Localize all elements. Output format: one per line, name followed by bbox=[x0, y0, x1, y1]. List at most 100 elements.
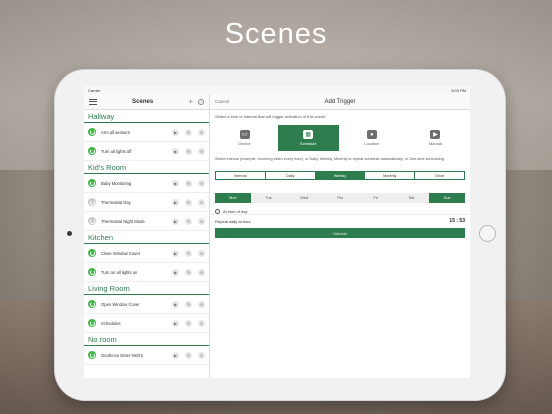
day-sun[interactable]: Sun bbox=[429, 193, 466, 203]
day-wed[interactable]: Wed bbox=[286, 193, 322, 203]
play-icon[interactable]: ▶ bbox=[172, 319, 179, 327]
scene-row[interactable]: Baby Monitoring ▶ ✎ ✕ bbox=[84, 174, 209, 193]
power-toggle-icon[interactable] bbox=[88, 300, 96, 308]
play-icon[interactable]: ▶ bbox=[172, 217, 179, 225]
power-toggle-icon[interactable] bbox=[88, 198, 96, 206]
edit-icon[interactable]: ✎ bbox=[185, 249, 192, 257]
play-icon[interactable]: ▶ bbox=[172, 147, 179, 155]
status-bar: Carrier 3:03 PM 100% bbox=[84, 86, 470, 378]
add-icon[interactable]: + bbox=[188, 97, 193, 106]
scene-name: Turn on all lights on bbox=[101, 269, 138, 275]
repeat-row: Repeat daily at hour 15 : 53 bbox=[210, 215, 470, 227]
delete-icon[interactable]: ✕ bbox=[198, 179, 205, 187]
day-sat[interactable]: Sat bbox=[394, 193, 430, 203]
validate-button[interactable]: Validate bbox=[215, 228, 465, 238]
day-tue[interactable]: Tue bbox=[251, 193, 287, 203]
delete-icon[interactable]: ✕ bbox=[198, 351, 205, 359]
trigger-title: Add Trigger bbox=[324, 98, 356, 105]
day-thu[interactable]: Thu bbox=[322, 193, 358, 203]
tab-label: Device bbox=[238, 141, 251, 146]
tab-label: Location bbox=[364, 141, 380, 146]
delete-icon[interactable]: ✕ bbox=[198, 249, 205, 257]
play-icon[interactable]: ▶ bbox=[172, 249, 179, 257]
home-button[interactable] bbox=[479, 225, 496, 242]
scene-row[interactable]: Open Window Cover ▶ ✎ ✕ bbox=[84, 295, 209, 314]
tab-schedule[interactable]: ▦ Schedule bbox=[277, 125, 339, 151]
scene-row[interactable]: Thermostat Day ▶ ✎ ✕ bbox=[84, 193, 209, 212]
delete-icon[interactable]: ✕ bbox=[198, 128, 205, 136]
play-icon[interactable]: ▶ bbox=[172, 351, 179, 359]
power-toggle-icon[interactable] bbox=[88, 319, 96, 327]
tab-label: Manual bbox=[428, 141, 443, 146]
scene-row[interactable]: Close Window Cover ▶ ✎ ✕ bbox=[84, 244, 209, 263]
edit-icon[interactable]: ✎ bbox=[185, 351, 192, 359]
edit-icon[interactable]: ✎ bbox=[185, 128, 192, 136]
scene-name: Turn all lights off bbox=[101, 148, 132, 154]
delete-icon[interactable]: ✕ bbox=[198, 217, 205, 225]
info-icon[interactable]: i bbox=[198, 98, 204, 105]
room-section-header: Hallway bbox=[84, 110, 209, 123]
delete-icon[interactable]: ✕ bbox=[198, 300, 205, 308]
tab-device[interactable]: ▭ Device bbox=[214, 125, 275, 151]
scene-row[interactable]: Turn all lights off ▶ ✎ ✕ bbox=[84, 142, 209, 161]
power-toggle-icon[interactable] bbox=[88, 179, 96, 187]
room-section-header: Kid's Room bbox=[84, 161, 209, 174]
play-icon[interactable]: ▶ bbox=[172, 268, 179, 276]
repeat-time-value[interactable]: 15 : 53 bbox=[449, 218, 465, 224]
edit-icon[interactable]: ✎ bbox=[185, 217, 192, 225]
delete-icon[interactable]: ✕ bbox=[198, 198, 205, 206]
play-icon[interactable]: ▶ bbox=[172, 128, 179, 136]
scene-row[interactable]: Turn on all lights on ▶ ✎ ✕ bbox=[84, 263, 209, 282]
tab-location[interactable]: ● Location bbox=[341, 125, 402, 151]
scene-list: Hallway Arm all sensors ▶ ✎ ✕ Turn all lights… bbox=[84, 110, 209, 365]
scene-name: Geofence Enter NKDS bbox=[101, 352, 144, 358]
power-toggle-icon[interactable] bbox=[88, 268, 96, 276]
scene-name: Arm all sensors bbox=[101, 129, 130, 135]
scene-name: Thermostat Day bbox=[101, 199, 131, 205]
interval-option-daily[interactable]: Daily bbox=[266, 172, 316, 179]
scene-row[interactable]: Thermostat Night Mode ▶ ✎ ✕ bbox=[84, 212, 209, 231]
tab-manual[interactable]: ▶ Manual bbox=[405, 125, 466, 151]
device-screen: Carrier 3:03 PM 100% Scenes + i HallwayA… bbox=[84, 86, 470, 378]
delete-icon[interactable]: ✕ bbox=[198, 147, 205, 155]
edit-icon[interactable]: ✎ bbox=[185, 179, 192, 187]
power-toggle-icon[interactable] bbox=[88, 217, 96, 225]
at-time-row[interactable]: At time of day bbox=[210, 203, 470, 215]
interval-option-monthly[interactable]: Monthly bbox=[365, 172, 416, 179]
day-fri[interactable]: Fri bbox=[358, 193, 394, 203]
interval-option-interval[interactable]: Interval bbox=[216, 172, 266, 179]
schedule-description: Select interval (example: recurring vide… bbox=[215, 157, 445, 161]
play-icon[interactable]: ▶ bbox=[172, 300, 179, 308]
edit-icon[interactable]: ✎ bbox=[185, 319, 192, 327]
interval-option-once[interactable]: Once bbox=[415, 172, 464, 179]
sidebar-title: Scenes bbox=[132, 98, 154, 105]
trigger-header: Cancel Add Trigger bbox=[210, 94, 470, 110]
delete-icon[interactable]: ✕ bbox=[198, 268, 205, 276]
scenes-sidebar: Scenes + i Hallway Arm all sensors ▶ ✎ ✕ Turn… bbox=[84, 94, 210, 378]
day-mon[interactable]: Mon bbox=[215, 193, 251, 203]
play-icon[interactable]: ▶ bbox=[172, 179, 179, 187]
page-headline: Scenes bbox=[224, 18, 328, 50]
power-toggle-icon[interactable] bbox=[88, 351, 96, 359]
power-toggle-icon[interactable] bbox=[88, 249, 96, 257]
menu-icon[interactable] bbox=[89, 98, 97, 105]
edit-icon[interactable]: ✎ bbox=[185, 198, 192, 206]
interval-option-weekly[interactable]: Weekly bbox=[315, 172, 366, 179]
scene-name: Close Window Cover bbox=[101, 250, 141, 256]
power-toggle-icon[interactable] bbox=[88, 128, 96, 136]
sidebar-header: Scenes + i bbox=[84, 94, 209, 110]
trigger-instruction: Select a time or interval that will trig… bbox=[215, 114, 327, 119]
clock-icon bbox=[215, 208, 220, 214]
play-icon: ▶ bbox=[430, 130, 441, 139]
scene-row[interactable]: Schedules ▶ ✎ ✕ bbox=[84, 314, 209, 333]
carrier-label: Carrier bbox=[88, 87, 101, 93]
scene-row[interactable]: Arm all sensors ▶ ✎ ✕ bbox=[84, 123, 209, 142]
edit-icon[interactable]: ✎ bbox=[185, 268, 192, 276]
tab-label: Schedule bbox=[299, 141, 317, 146]
scene-row[interactable]: Geofence Enter NKDS ▶ ✎ ✕ bbox=[84, 346, 209, 365]
delete-icon[interactable]: ✕ bbox=[198, 319, 205, 327]
play-icon[interactable]: ▶ bbox=[172, 198, 179, 206]
edit-icon[interactable]: ✎ bbox=[185, 147, 192, 155]
power-toggle-icon[interactable] bbox=[88, 147, 96, 155]
edit-icon[interactable]: ✎ bbox=[185, 300, 192, 308]
